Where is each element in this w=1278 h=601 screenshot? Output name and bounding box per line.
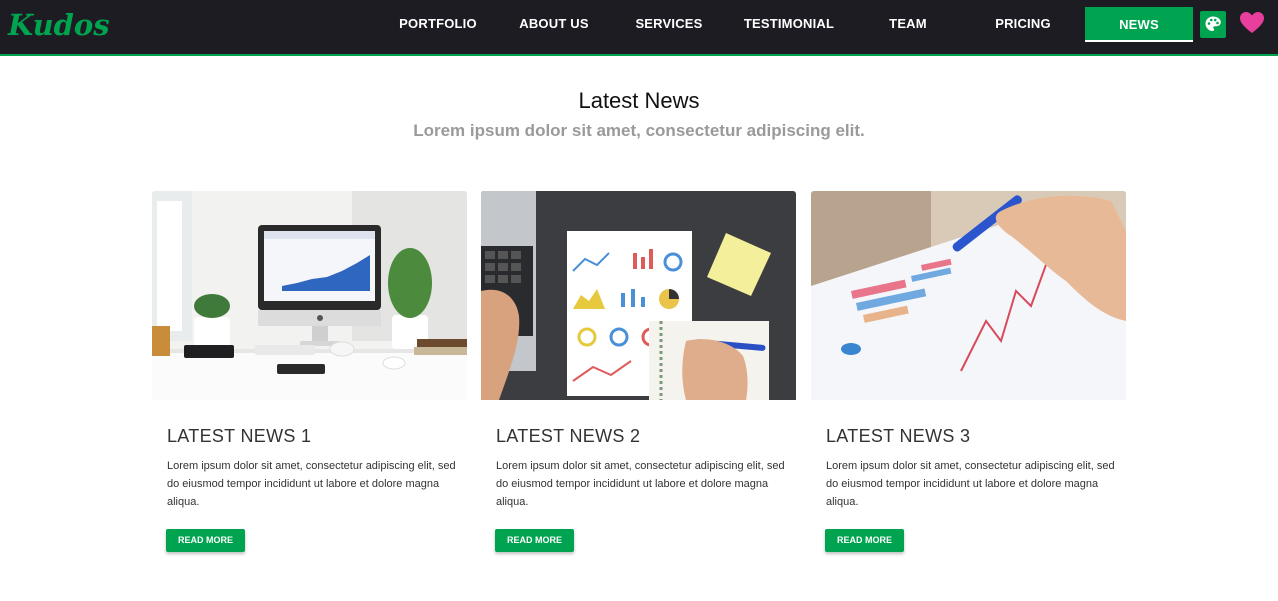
- palette-icon: [1205, 16, 1221, 31]
- news-card-2: LATEST NEWS 2 Lorem ipsum dolor sit amet…: [481, 191, 796, 571]
- favorite-button[interactable]: [1239, 11, 1265, 35]
- navbar: Kudos PORTFOLIO ABOUT US SERVICES TESTIM…: [0, 0, 1278, 56]
- card-text: Lorem ipsum dolor sit amet, consectetur …: [496, 460, 785, 508]
- card-text: Lorem ipsum dolor sit amet, consectetur …: [826, 460, 1115, 508]
- read-more-button[interactable]: READ MORE: [166, 529, 245, 552]
- section-subtitle: Lorem ipsum dolor sit amet, consectetur …: [413, 121, 865, 140]
- card-text: Lorem ipsum dolor sit amet, consectetur …: [167, 460, 456, 508]
- nav-item-testimonial[interactable]: TESTIMONIAL: [738, 0, 840, 48]
- news-card-3: LATEST NEWS 3 Lorem ipsum dolor sit amet…: [811, 191, 1126, 571]
- card-title: LATEST NEWS 3: [826, 426, 971, 446]
- read-more-button[interactable]: READ MORE: [495, 529, 574, 552]
- card-title: LATEST NEWS 1: [167, 426, 312, 446]
- desk-computer-photo[interactable]: [152, 191, 467, 400]
- nav-item-pricing[interactable]: PRICING: [981, 0, 1065, 48]
- pen-chart-photo[interactable]: [811, 191, 1126, 400]
- nav-item-services[interactable]: SERVICES: [627, 0, 711, 48]
- charts-notebook-photo[interactable]: [481, 191, 796, 400]
- brand-logo[interactable]: Kudos: [8, 8, 110, 42]
- theme-palette-button[interactable]: [1200, 11, 1226, 38]
- read-more-button[interactable]: READ MORE: [825, 529, 904, 552]
- card-title: LATEST NEWS 2: [496, 426, 641, 446]
- news-card-1: LATEST NEWS 1 Lorem ipsum dolor sit amet…: [152, 191, 467, 571]
- nav-item-portfolio[interactable]: PORTFOLIO: [396, 0, 480, 48]
- nav-item-about-us[interactable]: ABOUT US: [512, 0, 596, 48]
- nav-item-news[interactable]: NEWS: [1085, 7, 1193, 42]
- section-title: Latest News: [578, 88, 700, 113]
- nav-item-team[interactable]: TEAM: [866, 0, 950, 48]
- heart-icon: [1240, 12, 1264, 33]
